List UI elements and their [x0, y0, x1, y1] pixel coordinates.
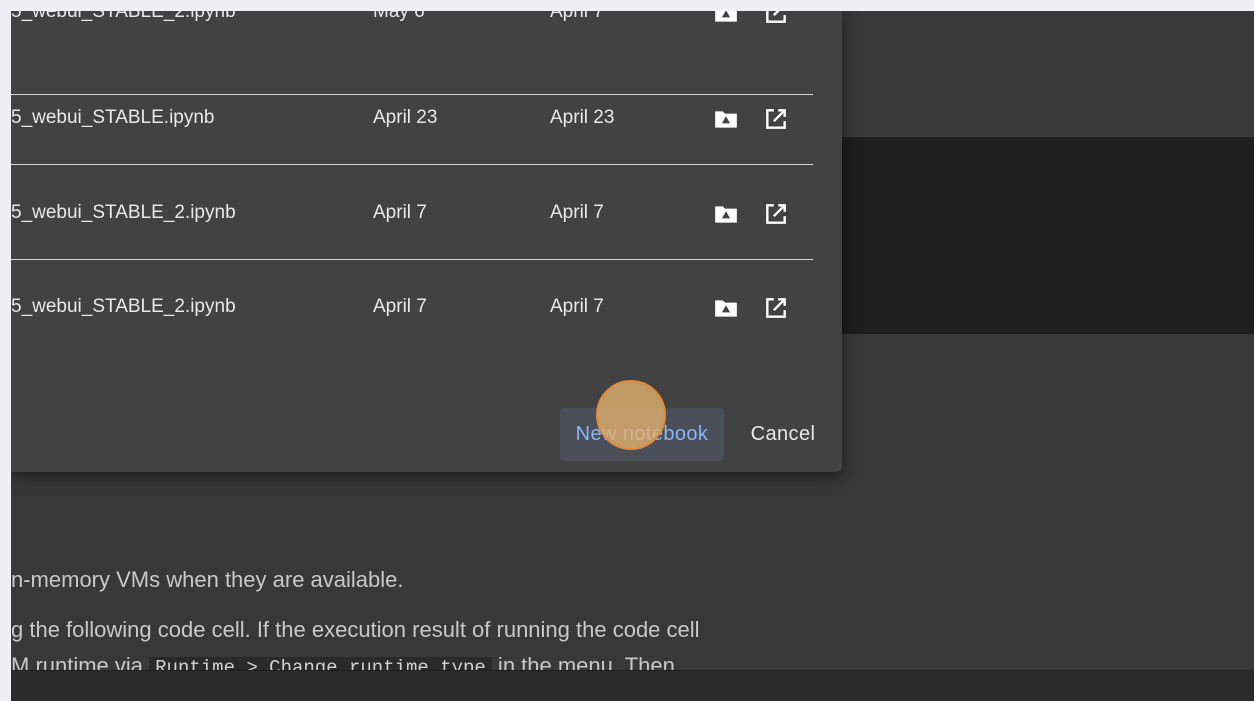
google-drive-folder-icon[interactable] — [713, 11, 739, 26]
code-cell[interactable] — [831, 137, 1254, 334]
file-row[interactable]: 5_webui_STABLE.ipynb April 23 April 23 — [11, 70, 813, 165]
file-last-modified: May 6 — [373, 11, 425, 22]
google-drive-folder-icon[interactable] — [713, 295, 739, 321]
cancel-button[interactable]: Cancel — [739, 408, 827, 461]
file-last-opened: April 23 — [550, 107, 615, 128]
file-last-modified: April 23 — [373, 107, 438, 128]
file-name[interactable]: 5_webui_STABLE.ipynb — [11, 106, 215, 130]
bottom-bar — [11, 670, 1254, 701]
google-drive-folder-icon[interactable] — [713, 106, 739, 132]
file-name[interactable]: 5_webui_STABLE_2.ipynb — [11, 201, 236, 225]
new-notebook-button[interactable]: New notebook — [560, 408, 724, 461]
file-last-modified: April 7 — [373, 202, 427, 223]
open-in-new-icon[interactable] — [763, 106, 789, 132]
file-name[interactable]: 5_webui_STABLE_2.ipynb — [11, 295, 236, 319]
open-in-new-icon[interactable] — [763, 11, 789, 26]
open-in-new-icon[interactable] — [763, 201, 789, 227]
open-notebook-dialog: 5_webui_STABLE_2.ipynb May 6 April 7 5_w… — [11, 11, 842, 472]
notebook-text-line: g the following code cell. If the execut… — [11, 617, 700, 642]
notebook-text-line: M runtime via Runtime > Change runtime t… — [11, 653, 675, 670]
file-name[interactable]: 5_webui_STABLE_2.ipynb — [11, 11, 236, 24]
file-row[interactable]: 5_webui_STABLE_2.ipynb April 7 April 7 — [11, 165, 813, 260]
google-drive-folder-icon[interactable] — [713, 201, 739, 227]
notebook-text-line: n-memory VMs when they are available. — [11, 567, 404, 592]
notebook-page-background: n-memory VMs when they are available. g … — [11, 11, 1254, 670]
file-last-opened: April 7 — [550, 202, 604, 223]
file-last-opened: April 7 — [550, 11, 604, 22]
text-segment: in the menu. Then — [491, 653, 675, 670]
file-last-opened: April 7 — [550, 296, 604, 317]
file-last-modified: April 7 — [373, 296, 427, 317]
file-row[interactable]: 5_webui_STABLE_2.ipynb April 7 April 7 — [11, 259, 813, 353]
inline-code: Runtime > Change runtime type — [149, 657, 492, 670]
open-in-new-icon[interactable] — [763, 295, 789, 321]
text-segment: M runtime via — [11, 653, 150, 670]
